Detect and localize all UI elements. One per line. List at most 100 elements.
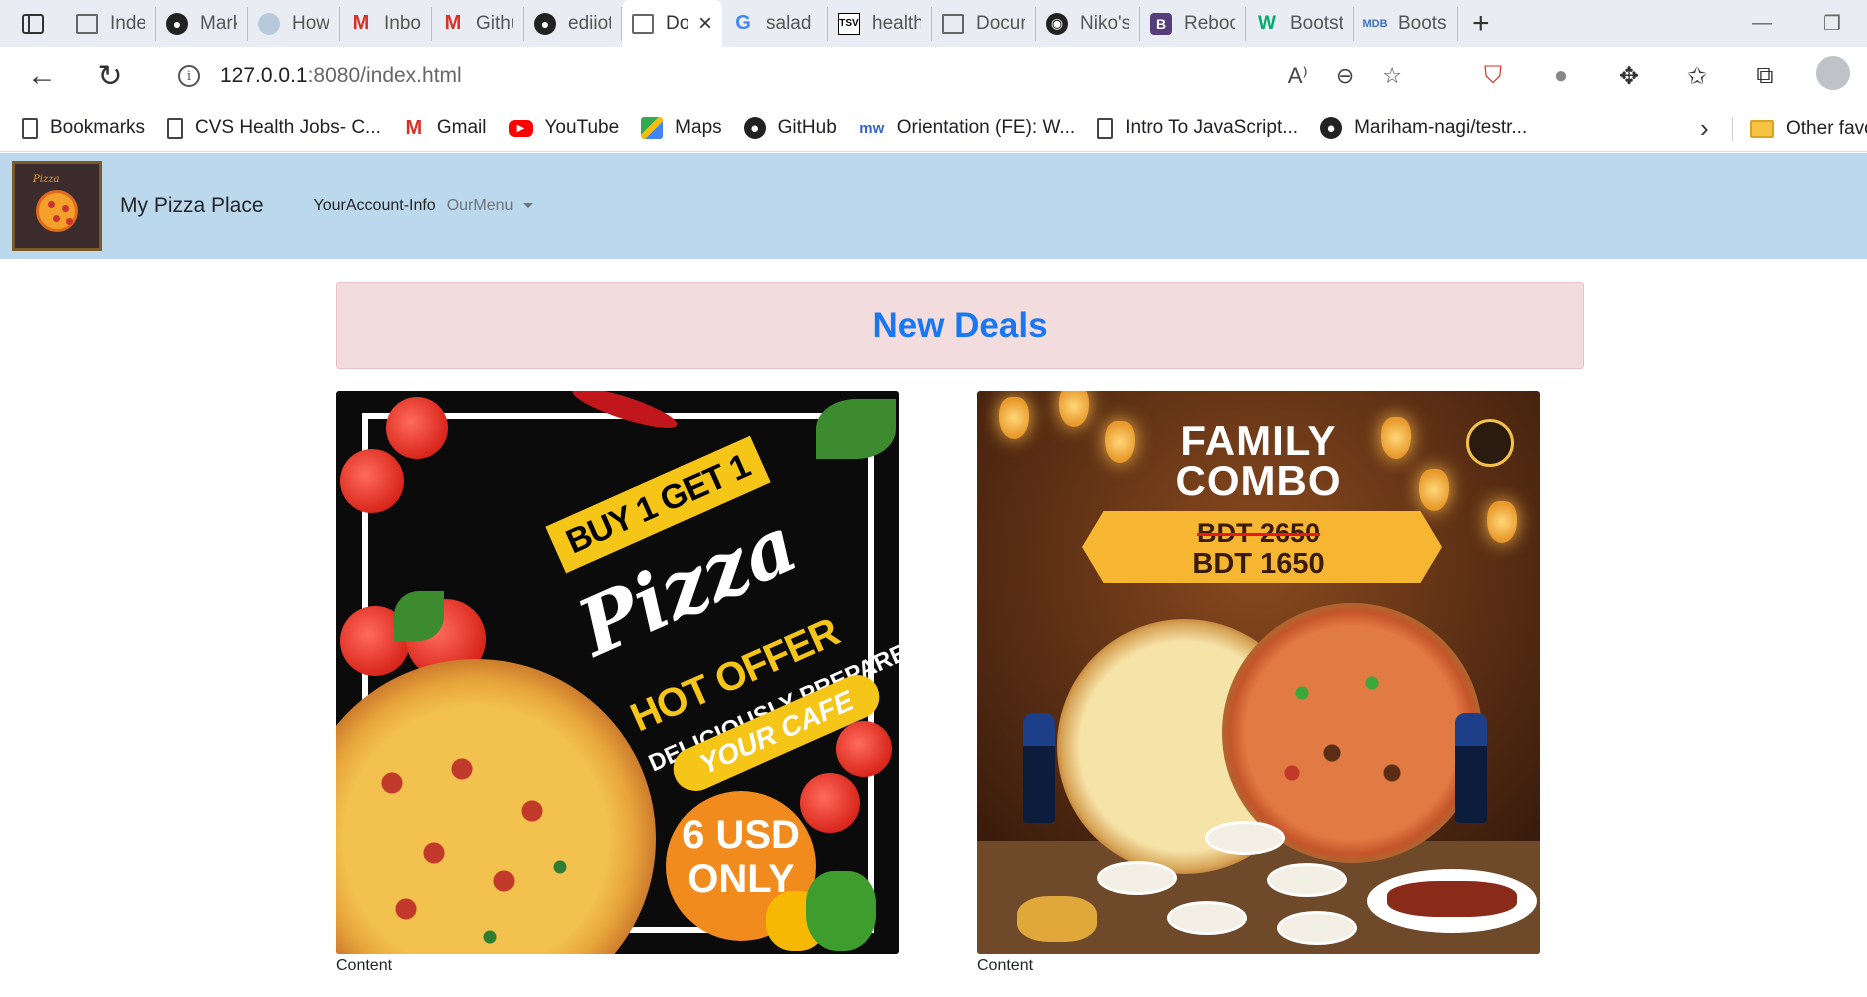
brand-name[interactable]: My Pizza Place (120, 194, 264, 218)
nav-menu-dropdown[interactable]: OurMenu (447, 197, 534, 215)
tab-title: Bootst (1290, 12, 1343, 34)
browser-tab[interactable]: M Github (432, 6, 524, 41)
zoom-out-icon[interactable]: ⊖ (1336, 63, 1354, 89)
favorites-icon[interactable]: ✩ (1663, 62, 1731, 91)
browser-tab[interactable]: ◉ Niko's (1036, 6, 1140, 41)
nav-account-info[interactable]: YourAccount-Info (314, 197, 436, 215)
reload-button[interactable]: ↻ (86, 52, 134, 100)
tomato-graphic (836, 721, 892, 777)
parsley-graphic (816, 399, 896, 459)
close-tab-icon[interactable]: × (698, 10, 712, 38)
card-caption: Content (336, 957, 393, 974)
extension-shield-icon[interactable]: ⛉ (1459, 62, 1527, 90)
other-favorites-folder[interactable]: Other favo (1750, 105, 1867, 152)
card-caption: Content (977, 957, 1034, 974)
bookmark-label: Orientation (FE): W... (896, 117, 1076, 138)
tab-title: Inbox ( (384, 12, 421, 34)
tab-title: Github (476, 12, 513, 34)
browser-tab[interactable]: ● Mark-I (156, 6, 248, 41)
address-bar[interactable]: i 127.0.0.1:8080/index.html A⁾ ⊖ ☆ (150, 53, 1412, 99)
gmail-icon: M (405, 116, 423, 139)
minimize-button[interactable]: — (1727, 12, 1797, 35)
profile-button[interactable] (1799, 55, 1867, 97)
browser-tab[interactable]: MDB Bootst (1354, 6, 1458, 41)
extension-chat-icon[interactable]: ● (1527, 62, 1595, 90)
deal-card: BUY 1 GET 1 Pizza HOT OFFER DELICIOUSLY … (336, 391, 899, 975)
mediawiki-icon: mw (859, 119, 885, 137)
bookmark-item[interactable]: mw Orientation (FE): W... (859, 117, 1075, 139)
tsv-icon: TSV (838, 12, 860, 35)
collections-icon[interactable]: ⧉ (1731, 62, 1799, 90)
tab-title: Niko's (1080, 12, 1129, 34)
bookmark-label: Bookmarks (50, 117, 146, 138)
url-text[interactable]: 127.0.0.1:8080/index.html (220, 64, 462, 88)
bowl-graphic (1277, 911, 1357, 945)
bogo-pizza-promo-image[interactable]: BUY 1 GET 1 Pizza HOT OFFER DELICIOUSLY … (336, 391, 899, 954)
basil-leaf-graphic (394, 591, 444, 641)
nav-menu-label: OurMenu (446, 197, 514, 214)
new-price: BDT 1650 (1192, 548, 1325, 580)
bootstrap-icon: B (1150, 12, 1172, 35)
browser-tab-active[interactable]: Do × (622, 0, 722, 47)
browser-tab[interactable]: Index3 (66, 6, 156, 41)
more-bookmarks-button[interactable]: › (1700, 105, 1709, 152)
tomato-graphic (386, 397, 448, 459)
tomato-graphic (340, 449, 404, 513)
tab-title: healthy (872, 12, 921, 34)
bookmarks-divider (1732, 117, 1733, 141)
restore-button[interactable]: ❐ (1797, 11, 1867, 36)
mdb-icon: MDB (1362, 17, 1388, 30)
tab-list: Index3 ● Mark-I How to M Inbox ( M Githu… (66, 0, 1490, 47)
bowl-graphic (1097, 861, 1177, 895)
bookmark-label: YouTube (544, 117, 620, 138)
browser-tab[interactable]: ● ediiote (524, 6, 622, 41)
address-bar-actions: A⁾ ⊖ ☆ (1288, 53, 1402, 99)
read-aloud-icon[interactable]: A⁾ (1288, 63, 1308, 89)
new-tab-button[interactable]: + (1472, 7, 1490, 41)
bookmark-label: GitHub (777, 117, 837, 138)
folder-icon (1750, 119, 1774, 138)
bookmark-item[interactable]: Intro To JavaScript... (1097, 117, 1298, 139)
bowl-graphic (1167, 901, 1247, 935)
bookmark-item[interactable]: Maps (641, 117, 722, 139)
gmail-icon: M (444, 12, 462, 34)
youtube-icon: ▶ (508, 119, 533, 137)
combo-title-line: FAMILY (1180, 417, 1337, 464)
family-combo-promo-image[interactable]: FAMILY COMBO BDT 2650 BDT 1650 (977, 391, 1540, 954)
arrow-left-icon: ← (27, 59, 57, 92)
tab-title: Mark-I (200, 12, 237, 34)
bookmark-item[interactable]: ● Mariham-nagi/testr... (1320, 117, 1527, 139)
bookmark-label: Intro To JavaScript... (1125, 117, 1299, 138)
combo-title: FAMILY COMBO (977, 417, 1540, 502)
back-button[interactable]: ← (18, 52, 66, 100)
browser-tab[interactable]: M Inbox ( (340, 6, 432, 41)
browser-tab[interactable]: B Reboo (1140, 6, 1246, 41)
github-icon: ● (1320, 117, 1343, 139)
toolbar-right: ⛉ ● ✥ ✩ ⧉ (1459, 47, 1867, 105)
browser-tab[interactable]: How to (248, 6, 340, 41)
tab-title: salad - (766, 12, 817, 34)
deals-banner: New Deals (336, 282, 1584, 369)
bookmark-item[interactable]: Bookmarks (22, 117, 145, 139)
tab-title: Index3 (110, 12, 145, 34)
tab-actions-button[interactable] (0, 0, 66, 47)
extensions-icon[interactable]: ✥ (1595, 62, 1663, 91)
bookmark-item[interactable]: M Gmail (403, 117, 487, 139)
browser-toolbar: ← ↻ i 127.0.0.1:8080/index.html A⁾ ⊖ ☆ ⛉… (0, 47, 1867, 105)
document-icon (1097, 117, 1114, 139)
browser-tab[interactable]: Docum (932, 6, 1036, 41)
browser-tab[interactable]: G salad - (722, 6, 828, 41)
url-host: 127.0.0.1 (220, 64, 308, 87)
browser-tab[interactable]: W Bootst (1246, 6, 1354, 41)
reload-icon: ↻ (97, 59, 123, 93)
sidebar-toggle-icon (22, 13, 44, 34)
avatar (1816, 55, 1850, 90)
tab-title: How to (292, 12, 329, 34)
info-icon[interactable]: i (178, 65, 200, 87)
bookmark-item[interactable]: ● GitHub (743, 117, 837, 139)
browser-tab[interactable]: TSV healthy (828, 6, 932, 41)
bookmark-item[interactable]: CVS Health Jobs- C... (167, 117, 381, 139)
add-favorite-icon[interactable]: ☆ (1382, 63, 1402, 89)
bookmark-item[interactable]: ▶ YouTube (508, 117, 620, 139)
site-logo[interactable]: Pizza (12, 161, 102, 251)
